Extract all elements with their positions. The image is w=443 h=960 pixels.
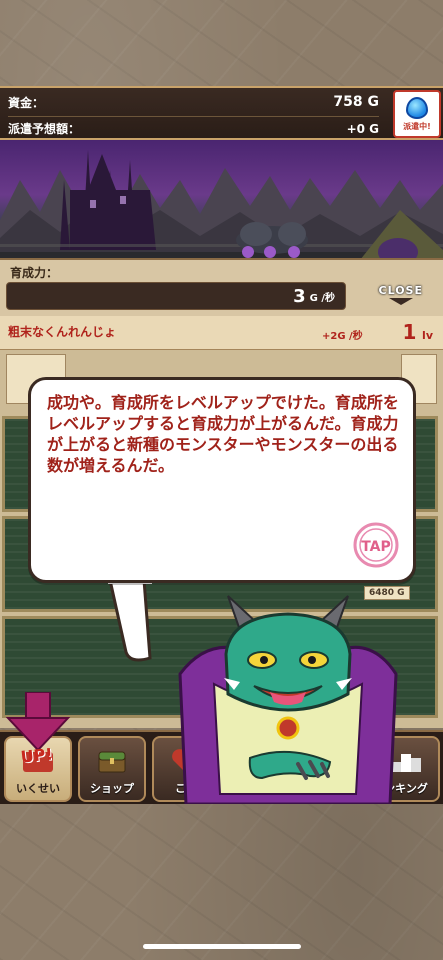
nav-shop-button[interactable]: ショップ [78, 736, 146, 802]
dispatch-button-label: 派遣中! [403, 121, 431, 131]
growth-label: 育成力： [10, 266, 59, 280]
facility-level-unit: lv [422, 329, 433, 342]
funds-value: 758 G [333, 94, 379, 110]
growth-value: 3 [293, 285, 306, 307]
facility-rate: +2G /秒 [322, 331, 363, 342]
growth-rate-display: 3 G /秒 [6, 282, 346, 310]
tutorial-dialogue[interactable]: 成功や。育成所をレベルアップでけた。育成所をレベルアップすると育成力が上がるんだ… [28, 377, 416, 583]
home-indicator[interactable] [143, 944, 301, 949]
funds-label: 資金： [8, 95, 45, 110]
status-bar: 資金： 758 G 派遣予想額： +0 G 派遣中! [0, 86, 443, 140]
water-drop-icon [406, 96, 428, 119]
dispatch-estimate-label: 派遣予想額： [8, 122, 81, 136]
dispatch-estimate-value: +0 G [346, 121, 379, 136]
dialogue-text: 成功や。育成所をレベルアップでけた。育成所をレベルアップすると育成力が上がるんだ… [47, 393, 399, 475]
chevron-down-icon [388, 298, 413, 305]
dispatch-estimate-row: 派遣予想額： +0 G [8, 116, 379, 140]
speech-bubble-tail [108, 578, 152, 662]
close-button[interactable]: CLOSE [379, 284, 423, 305]
facility-header: 粗末なくんれんじょ +2G /秒 1 lv [0, 316, 443, 350]
facility-level-number: 1 [402, 320, 417, 344]
tap-label: TAP [361, 539, 391, 555]
growth-panel: 育成力： 3 G /秒 CLOSE [0, 258, 443, 316]
close-label: CLOSE [378, 284, 423, 297]
dispatch-button[interactable]: 派遣中! [393, 90, 441, 138]
castle-landscape [0, 150, 443, 262]
tap-button[interactable]: TAP [353, 522, 399, 568]
facility-name: 粗末なくんれんじょ [8, 325, 117, 339]
dragon-character [178, 595, 398, 804]
growth-unit: G /秒 [309, 292, 335, 304]
battle-scene [0, 140, 443, 262]
nav-label: ショップ [90, 782, 134, 795]
funds-row: 資金： 758 G [8, 90, 379, 114]
facility-level: 1 lv [403, 320, 433, 344]
shop-chest-icon [98, 751, 126, 773]
nav-label: いくせい [16, 782, 60, 795]
